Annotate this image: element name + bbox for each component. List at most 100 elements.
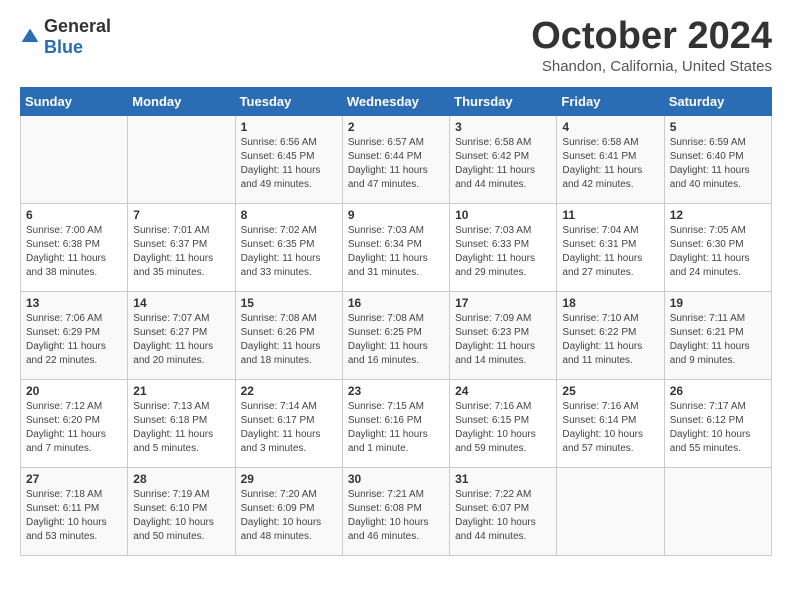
header-sunday: Sunday (21, 87, 128, 115)
calendar-cell: 22 Sunrise: 7:14 AM Sunset: 6:17 PM Dayli… (235, 379, 342, 467)
header-friday: Friday (557, 87, 664, 115)
logo: General Blue (20, 16, 111, 58)
calendar-cell: 29 Sunrise: 7:20 AM Sunset: 6:09 PM Dayli… (235, 467, 342, 555)
day-info: Sunrise: 7:16 AM Sunset: 6:15 PM Dayligh… (455, 400, 551, 456)
calendar-cell (128, 115, 235, 203)
day-number: 16 (348, 296, 444, 310)
day-number: 25 (562, 384, 658, 398)
day-number: 22 (241, 384, 337, 398)
logo-blue: Blue (44, 37, 83, 57)
calendar-cell: 8Sunrise: 7:02 AM Sunset: 6:35 PM Daylig… (235, 203, 342, 291)
day-number: 31 (455, 472, 551, 486)
day-number: 14 (133, 296, 229, 310)
calendar-cell: 28Sunrise: 7:19 AM Sunset: 6:10 PM Dayli… (128, 467, 235, 555)
calendar-cell (557, 467, 664, 555)
day-info: Sunrise: 7:04 AM Sunset: 6:31 PM Dayligh… (562, 224, 658, 280)
day-number: 9 (348, 208, 444, 222)
calendar-cell: 15Sunrise: 7:08 AM Sunset: 6:26 PM Dayli… (235, 291, 342, 379)
day-number: 10 (455, 208, 551, 222)
day-number: 3 (455, 120, 551, 134)
calendar-cell: 24Sunrise: 7:16 AM Sunset: 6:15 PM Dayli… (450, 379, 557, 467)
calendar-week-row: 13 Sunrise: 7:06 AM Sunset: 6:29 PM Dayli… (21, 291, 772, 379)
day-number: 21 (133, 384, 229, 398)
calendar-cell: 12Sunrise: 7:05 AM Sunset: 6:30 PM Dayli… (664, 203, 771, 291)
calendar-cell: 30 Sunrise: 7:21 AM Sunset: 6:08 PM Dayli… (342, 467, 449, 555)
day-info: Sunrise: 7:15 AM Sunset: 6:16 PM Dayligh… (348, 400, 444, 456)
day-info: Sunrise: 7:16 AM Sunset: 6:14 PM Dayligh… (562, 400, 658, 456)
day-number: 12 (670, 208, 766, 222)
day-info: Sunrise: 7:07 AM Sunset: 6:27 PM Dayligh… (133, 312, 229, 368)
day-number: 15 (241, 296, 337, 310)
calendar-week-row: 1 Sunrise: 6:56 AM Sunset: 6:45 PM Daylig… (21, 115, 772, 203)
day-info: Sunrise: 7:14 AM Sunset: 6:17 PM Dayligh… (241, 400, 337, 456)
day-number: 8 (241, 208, 337, 222)
calendar-cell (664, 467, 771, 555)
calendar-cell: 9 Sunrise: 7:03 AM Sunset: 6:34 PM Daylig… (342, 203, 449, 291)
header-saturday: Saturday (664, 87, 771, 115)
calendar-cell: 13 Sunrise: 7:06 AM Sunset: 6:29 PM Dayli… (21, 291, 128, 379)
day-info: Sunrise: 7:08 AM Sunset: 6:25 PM Dayligh… (348, 312, 444, 368)
header: General Blue October 2024 Shandon, Calif… (20, 16, 772, 75)
calendar-cell (21, 115, 128, 203)
calendar-cell: 4 Sunrise: 6:58 AM Sunset: 6:41 PM Daylig… (557, 115, 664, 203)
day-info: Sunrise: 6:58 AM Sunset: 6:42 PM Dayligh… (455, 136, 551, 192)
day-number: 29 (241, 472, 337, 486)
logo-icon (20, 27, 40, 47)
day-info: Sunrise: 6:57 AM Sunset: 6:44 PM Dayligh… (348, 136, 444, 192)
day-info: Sunrise: 7:19 AM Sunset: 6:10 PM Dayligh… (133, 488, 229, 544)
day-number: 13 (26, 296, 122, 310)
day-number: 11 (562, 208, 658, 222)
calendar-cell: 7 Sunrise: 7:01 AM Sunset: 6:37 PM Daylig… (128, 203, 235, 291)
day-number: 19 (670, 296, 766, 310)
day-info: Sunrise: 6:58 AM Sunset: 6:41 PM Dayligh… (562, 136, 658, 192)
day-number: 30 (348, 472, 444, 486)
calendar-cell: 25 Sunrise: 7:16 AM Sunset: 6:14 PM Dayli… (557, 379, 664, 467)
day-number: 5 (670, 120, 766, 134)
day-number: 20 (26, 384, 122, 398)
day-info: Sunrise: 7:20 AM Sunset: 6:09 PM Dayligh… (241, 488, 337, 544)
title-area: October 2024 Shandon, California, United… (531, 16, 772, 75)
day-info: Sunrise: 7:22 AM Sunset: 6:07 PM Dayligh… (455, 488, 551, 544)
day-number: 26 (670, 384, 766, 398)
day-number: 6 (26, 208, 122, 222)
day-number: 7 (133, 208, 229, 222)
day-info: Sunrise: 7:06 AM Sunset: 6:29 PM Dayligh… (26, 312, 122, 368)
day-info: Sunrise: 7:10 AM Sunset: 6:22 PM Dayligh… (562, 312, 658, 368)
calendar-cell: 31 Sunrise: 7:22 AM Sunset: 6:07 PM Dayli… (450, 467, 557, 555)
day-info: Sunrise: 7:09 AM Sunset: 6:23 PM Dayligh… (455, 312, 551, 368)
calendar-cell: 17 Sunrise: 7:09 AM Sunset: 6:23 PM Dayli… (450, 291, 557, 379)
subtitle: Shandon, California, United States (531, 58, 772, 75)
calendar-cell: 11 Sunrise: 7:04 AM Sunset: 6:31 PM Dayli… (557, 203, 664, 291)
calendar-cell: 1 Sunrise: 6:56 AM Sunset: 6:45 PM Daylig… (235, 115, 342, 203)
day-info: Sunrise: 7:11 AM Sunset: 6:21 PM Dayligh… (670, 312, 766, 368)
calendar-week-row: 27 Sunrise: 7:18 AM Sunset: 6:11 PM Dayli… (21, 467, 772, 555)
calendar-cell: 10Sunrise: 7:03 AM Sunset: 6:33 PM Dayli… (450, 203, 557, 291)
calendar-cell: 16 Sunrise: 7:08 AM Sunset: 6:25 PM Dayli… (342, 291, 449, 379)
day-number: 4 (562, 120, 658, 134)
calendar-cell: 19 Sunrise: 7:11 AM Sunset: 6:21 PM Dayli… (664, 291, 771, 379)
header-tuesday: Tuesday (235, 87, 342, 115)
day-number: 18 (562, 296, 658, 310)
day-number: 1 (241, 120, 337, 134)
header-thursday: Thursday (450, 87, 557, 115)
day-info: Sunrise: 7:21 AM Sunset: 6:08 PM Dayligh… (348, 488, 444, 544)
day-number: 2 (348, 120, 444, 134)
calendar-week-row: 6Sunrise: 7:00 AM Sunset: 6:38 PM Daylig… (21, 203, 772, 291)
day-info: Sunrise: 6:59 AM Sunset: 6:40 PM Dayligh… (670, 136, 766, 192)
day-info: Sunrise: 7:12 AM Sunset: 6:20 PM Dayligh… (26, 400, 122, 456)
calendar-cell: 27 Sunrise: 7:18 AM Sunset: 6:11 PM Dayli… (21, 467, 128, 555)
day-info: Sunrise: 7:03 AM Sunset: 6:34 PM Dayligh… (348, 224, 444, 280)
day-info: Sunrise: 6:56 AM Sunset: 6:45 PM Dayligh… (241, 136, 337, 192)
day-info: Sunrise: 7:17 AM Sunset: 6:12 PM Dayligh… (670, 400, 766, 456)
header-monday: Monday (128, 87, 235, 115)
day-number: 17 (455, 296, 551, 310)
day-info: Sunrise: 7:01 AM Sunset: 6:37 PM Dayligh… (133, 224, 229, 280)
calendar-cell: 18 Sunrise: 7:10 AM Sunset: 6:22 PM Dayli… (557, 291, 664, 379)
calendar-header-row: SundayMondayTuesdayWednesdayThursdayFrid… (21, 87, 772, 115)
day-number: 27 (26, 472, 122, 486)
day-info: Sunrise: 7:13 AM Sunset: 6:18 PM Dayligh… (133, 400, 229, 456)
day-info: Sunrise: 7:18 AM Sunset: 6:11 PM Dayligh… (26, 488, 122, 544)
calendar-cell: 2 Sunrise: 6:57 AM Sunset: 6:44 PM Daylig… (342, 115, 449, 203)
calendar-cell: 3 Sunrise: 6:58 AM Sunset: 6:42 PM Daylig… (450, 115, 557, 203)
calendar-table: SundayMondayTuesdayWednesdayThursdayFrid… (20, 87, 772, 556)
